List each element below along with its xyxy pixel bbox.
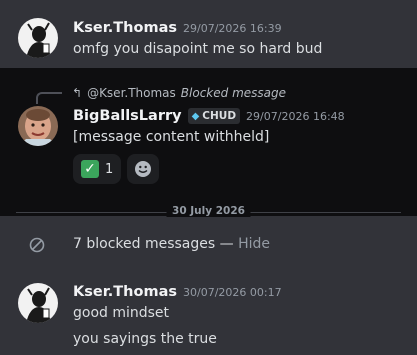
role-badge[interactable]: ◆ CHUD xyxy=(187,108,241,124)
smile-icon xyxy=(134,160,152,178)
message-timestamp: 29/07/2026 16:39 xyxy=(183,22,282,35)
user-avatar[interactable] xyxy=(18,283,58,323)
reactions-bar: ✓ 1 xyxy=(73,154,160,184)
message-author[interactable]: Kser.Thomas xyxy=(73,20,177,36)
message-content: good mindset xyxy=(73,305,170,321)
reaction-check[interactable]: ✓ 1 xyxy=(73,154,122,184)
message-timestamp: 30/07/2026 00:17 xyxy=(183,286,282,299)
reply-connector xyxy=(36,92,62,104)
reaction-count: 1 xyxy=(105,161,114,177)
gem-icon: ◆ xyxy=(191,110,200,122)
blocked-messages-row: 7 blocked messages — Hide xyxy=(0,234,417,258)
reply-blocked-text: Blocked message xyxy=(180,86,286,100)
reply-message-group: ↰ @Kser.Thomas Blocked message BigBallsL… xyxy=(0,68,417,219)
message-author[interactable]: Kser.Thomas xyxy=(73,284,177,300)
reply-reference[interactable]: ↰ @Kser.Thomas Blocked message xyxy=(72,86,286,100)
user-avatar[interactable] xyxy=(18,18,58,58)
message-timestamp: 29/07/2026 16:48 xyxy=(246,109,345,123)
date-divider: 30 July 2026 xyxy=(16,205,401,219)
message-author[interactable]: BigBallsLarry xyxy=(73,108,182,124)
message-group: Kser.Thomas 30/07/2026 00:17 good mindse… xyxy=(0,275,417,355)
reply-username[interactable]: @Kser.Thomas xyxy=(87,86,176,100)
role-badge-label: CHUD xyxy=(202,110,237,122)
date-divider-label: 30 July 2026 xyxy=(166,205,251,217)
block-icon xyxy=(29,237,45,253)
hide-blocked-link[interactable]: Hide xyxy=(238,236,270,252)
message-group: Kser.Thomas 29/07/2026 16:39 omfg you di… xyxy=(0,0,417,68)
check-mark-icon: ✓ xyxy=(81,160,99,178)
message-content: [message content withheld] xyxy=(73,129,270,145)
add-reaction-button[interactable] xyxy=(127,154,160,184)
reply-arrow-icon: ↰ xyxy=(72,86,83,100)
message-content: you sayings the true xyxy=(73,331,217,347)
message-content: omfg you disapoint me so hard bud xyxy=(73,41,323,57)
blocked-messages-text: 7 blocked messages — Hide xyxy=(73,236,270,252)
blocked-count-label: 7 blocked messages — xyxy=(73,236,239,252)
user-avatar[interactable] xyxy=(18,106,58,146)
